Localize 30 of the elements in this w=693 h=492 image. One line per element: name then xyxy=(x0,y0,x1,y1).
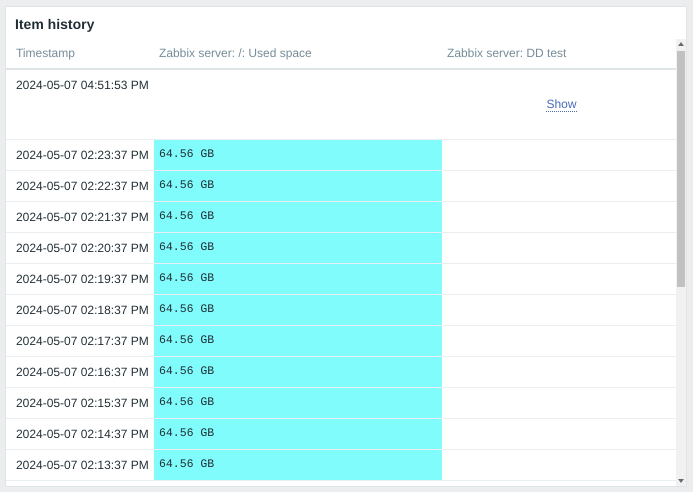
value-cell: 64.56 GB xyxy=(154,202,442,232)
timestamp-cell-text: 2024-05-07 02:23:37 PM xyxy=(15,147,150,164)
widget-title: Item history xyxy=(14,15,96,34)
timestamp-cell-text: 2024-05-07 02:20:37 PM xyxy=(15,240,150,257)
value-cell: 64.56 GB xyxy=(154,419,442,449)
column-header[interactable]: Timestamp xyxy=(6,39,154,68)
timestamp-cell-text: 2024-05-07 02:14:37 PM xyxy=(15,426,150,443)
timestamp-cell-text: 2024-05-07 02:22:37 PM xyxy=(15,178,150,195)
column-header[interactable]: Zabbix server: /: Used space xyxy=(154,39,442,68)
timestamp-cell-text: 2024-05-07 02:17:37 PM xyxy=(15,333,150,350)
value-cell: 64.56 GB xyxy=(154,264,442,294)
value-cell: 64.56 GB xyxy=(154,140,442,170)
timestamp-cell-text: 2024-05-07 04:51:53 PM xyxy=(15,77,150,94)
value-cell: 64.56 GB xyxy=(154,233,442,263)
scroll-thumb[interactable] xyxy=(677,51,685,287)
value-cell: 64.56 GB xyxy=(154,295,442,325)
column-header[interactable]: Zabbix server: DD test xyxy=(442,39,676,68)
timestamp-cell-text: 2024-05-07 02:15:37 PM xyxy=(15,395,150,412)
value-cell: 64.56 GB xyxy=(154,171,442,201)
value-cell: 64.56 GB xyxy=(154,388,442,418)
timestamp-cell-text: 2024-05-07 02:21:37 PM xyxy=(15,209,150,226)
timestamp-cell-text: 2024-05-07 02:18:37 PM xyxy=(15,302,150,319)
value-cell: 64.56 GB xyxy=(154,357,442,387)
value-cell: 64.56 GB xyxy=(154,326,442,356)
timestamp-cell-text: 2024-05-07 02:13:37 PM xyxy=(15,457,150,474)
timestamp-cell-text: 2024-05-07 02:19:37 PM xyxy=(15,271,150,288)
timestamp-cell-text: 2024-05-07 02:16:37 PM xyxy=(15,364,150,381)
show-link[interactable]: Show xyxy=(546,97,577,112)
scrollbar[interactable] xyxy=(676,39,686,486)
value-cell: 64.56 GB xyxy=(154,450,442,480)
